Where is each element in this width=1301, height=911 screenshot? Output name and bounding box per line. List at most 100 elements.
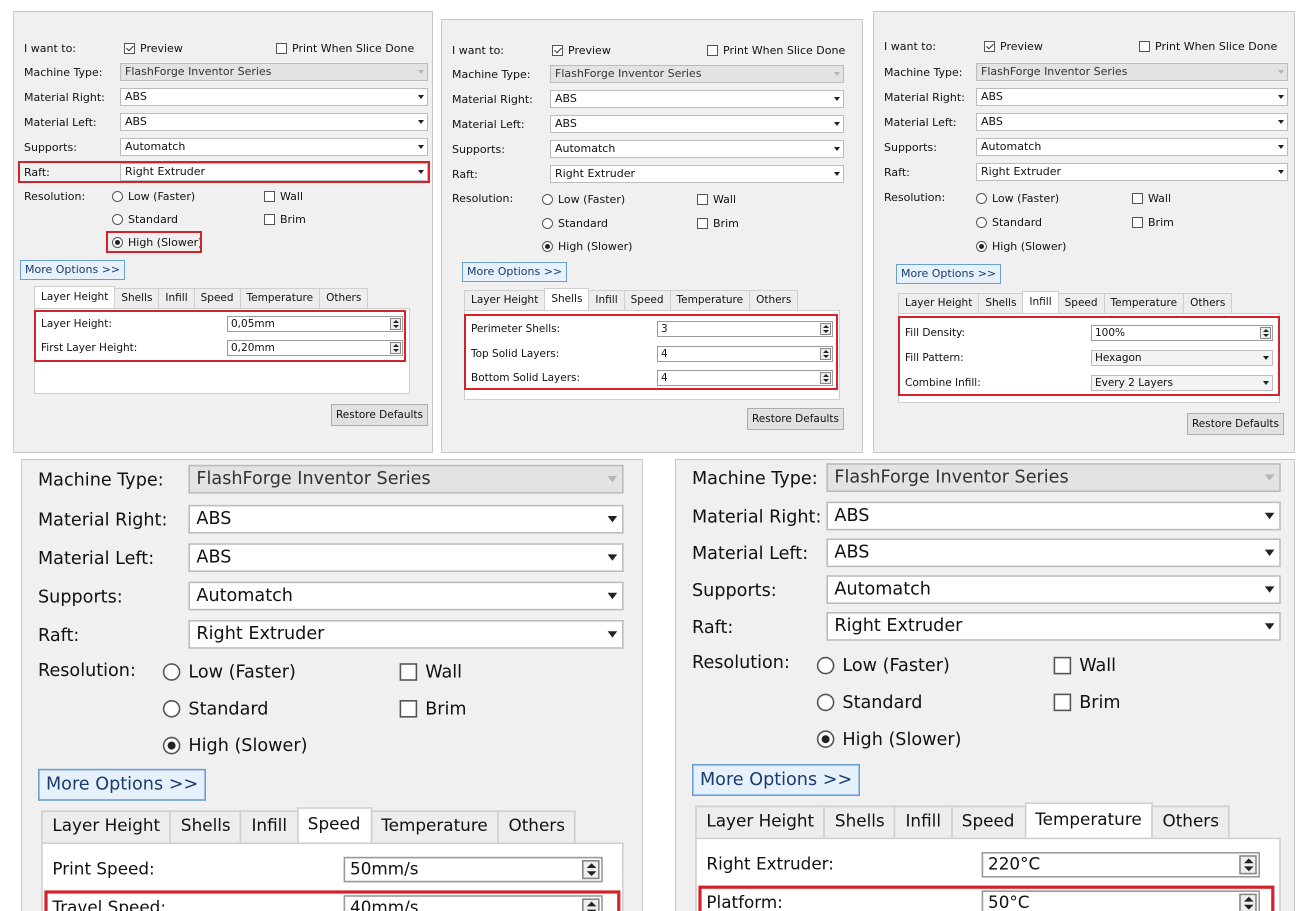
top-solid-layers-spinner[interactable]: 4: [657, 346, 833, 362]
res-high-radio[interactable]: High (Slower): [542, 237, 632, 255]
tab-temperature[interactable]: Temperature: [370, 810, 499, 843]
print-when-done-checkbox[interactable]: Print When Slice Done: [276, 39, 414, 57]
wall-checkbox[interactable]: Wall: [1132, 189, 1171, 207]
supports-select[interactable]: Automatch: [188, 581, 624, 611]
more-options-button[interactable]: More Options >>: [462, 262, 568, 282]
print-when-done-checkbox[interactable]: Print When Slice Done: [707, 41, 845, 59]
more-options-button[interactable]: More Options >>: [38, 768, 207, 801]
tab-infill[interactable]: Infill: [1022, 291, 1059, 313]
wall-checkbox[interactable]: Wall: [697, 190, 736, 208]
tab-shells[interactable]: Shells: [544, 288, 590, 310]
tab-infill[interactable]: Infill: [894, 805, 953, 838]
supports-select[interactable]: Automatch: [976, 138, 1288, 156]
tab-shells[interactable]: Shells: [169, 810, 242, 843]
material-right-select[interactable]: ABS: [976, 88, 1288, 106]
supports-select[interactable]: Automatch: [826, 575, 1281, 604]
tab-layer-height[interactable]: Layer Height: [898, 293, 980, 313]
wall-checkbox[interactable]: Wall: [399, 657, 462, 686]
machine-type-select[interactable]: FlashForge Inventor Series: [120, 63, 428, 81]
layer-height-spinner[interactable]: 0,05mm: [227, 316, 403, 332]
tab-infill[interactable]: Infill: [240, 810, 299, 843]
brim-checkbox[interactable]: Brim: [399, 694, 467, 723]
raft-select[interactable]: Right Extruder: [550, 165, 844, 183]
spinner-arrows-icon[interactable]: [390, 342, 401, 354]
tab-others[interactable]: Others: [749, 290, 799, 310]
print-when-done-checkbox[interactable]: Print When Slice Done: [1139, 37, 1277, 55]
tab-speed[interactable]: Speed: [623, 290, 671, 310]
platform-spinner[interactable]: 50°C: [981, 890, 1260, 911]
res-low-radio[interactable]: Low (Faster): [976, 189, 1059, 207]
raft-select[interactable]: Right Extruder: [120, 163, 428, 181]
machine-type-select[interactable]: FlashForge Inventor Series: [550, 65, 844, 83]
tab-temperature[interactable]: Temperature: [1024, 802, 1153, 838]
spinner-arrows-icon[interactable]: [1239, 855, 1257, 875]
tab-infill[interactable]: Infill: [588, 290, 625, 310]
tab-shells[interactable]: Shells: [978, 293, 1024, 313]
spinner-arrows-icon[interactable]: [582, 860, 600, 880]
brim-checkbox[interactable]: Brim: [1132, 213, 1174, 231]
preview-checkbox[interactable]: Preview: [984, 37, 1043, 55]
brim-checkbox[interactable]: Brim: [264, 210, 306, 228]
raft-select[interactable]: Right Extruder: [826, 612, 1281, 641]
fill-density-spinner[interactable]: 100%: [1091, 325, 1273, 341]
res-high-radio[interactable]: High (Slower): [816, 724, 961, 753]
tab-speed[interactable]: Speed: [193, 288, 241, 308]
res-standard-radio[interactable]: Standard: [816, 687, 922, 716]
wall-checkbox[interactable]: Wall: [1053, 650, 1116, 679]
tab-infill[interactable]: Infill: [158, 288, 195, 308]
material-left-select[interactable]: ABS: [550, 115, 844, 133]
perimeter-shells-spinner[interactable]: 3: [657, 321, 833, 337]
spinner-arrows-icon[interactable]: [1239, 893, 1257, 911]
preview-checkbox[interactable]: Preview: [124, 39, 183, 57]
material-left-select[interactable]: ABS: [188, 543, 624, 572]
tab-shells[interactable]: Shells: [823, 805, 896, 838]
supports-select[interactable]: Automatch: [120, 138, 428, 156]
spinner-arrows-icon[interactable]: [820, 372, 831, 384]
right-extruder-spinner[interactable]: 220°C: [981, 852, 1260, 878]
more-options-button[interactable]: More Options >>: [896, 264, 1002, 284]
material-right-select[interactable]: ABS: [826, 501, 1281, 531]
res-standard-radio[interactable]: Standard: [162, 694, 268, 723]
tab-temperature[interactable]: Temperature: [239, 288, 321, 308]
tab-temperature[interactable]: Temperature: [1103, 293, 1185, 313]
material-right-select[interactable]: ABS: [188, 504, 624, 534]
spinner-arrows-icon[interactable]: [1260, 327, 1271, 339]
tab-others[interactable]: Others: [1151, 805, 1231, 838]
preview-checkbox[interactable]: Preview: [552, 41, 611, 59]
tab-temperature[interactable]: Temperature: [669, 290, 751, 310]
machine-type-select[interactable]: FlashForge Inventor Series: [188, 464, 624, 494]
spinner-arrows-icon[interactable]: [820, 323, 831, 335]
spinner-arrows-icon[interactable]: [390, 318, 401, 330]
supports-select[interactable]: Automatch: [550, 140, 844, 158]
print-speed-spinner[interactable]: 50mm/s: [343, 856, 603, 883]
wall-checkbox[interactable]: Wall: [264, 187, 303, 205]
brim-checkbox[interactable]: Brim: [697, 214, 739, 232]
tab-layer-height[interactable]: Layer Height: [34, 286, 116, 308]
res-standard-radio[interactable]: Standard: [542, 214, 608, 232]
fill-pattern-select[interactable]: Hexagon: [1091, 350, 1273, 366]
tab-layer-height[interactable]: Layer Height: [464, 290, 546, 310]
material-left-select[interactable]: ABS: [976, 113, 1288, 131]
tab-speed[interactable]: Speed: [1057, 293, 1105, 313]
tab-others[interactable]: Others: [319, 288, 369, 308]
machine-type-select[interactable]: FlashForge Inventor Series: [976, 63, 1288, 81]
tab-speed[interactable]: Speed: [950, 805, 1026, 838]
raft-select[interactable]: Right Extruder: [188, 620, 624, 649]
spinner-arrows-icon[interactable]: [582, 898, 600, 911]
restore-defaults-button[interactable]: Restore Defaults: [330, 404, 428, 426]
material-right-select[interactable]: ABS: [120, 88, 428, 106]
tab-layer-height[interactable]: Layer Height: [695, 805, 826, 838]
tab-speed[interactable]: Speed: [296, 807, 372, 843]
res-high-radio[interactable]: High (Slower): [976, 237, 1066, 255]
bottom-solid-layers-spinner[interactable]: 4: [657, 370, 833, 386]
machine-type-select[interactable]: FlashForge Inventor Series: [826, 463, 1281, 492]
tab-shells[interactable]: Shells: [114, 288, 160, 308]
res-standard-radio[interactable]: Standard: [112, 210, 178, 228]
material-left-select[interactable]: ABS: [120, 113, 428, 131]
tab-others[interactable]: Others: [1183, 293, 1233, 313]
res-standard-radio[interactable]: Standard: [976, 213, 1042, 231]
restore-defaults-button[interactable]: Restore Defaults: [746, 408, 844, 430]
material-right-select[interactable]: ABS: [550, 90, 844, 108]
res-low-radio[interactable]: Low (Faster): [112, 187, 195, 205]
res-low-radio[interactable]: Low (Faster): [162, 657, 296, 686]
